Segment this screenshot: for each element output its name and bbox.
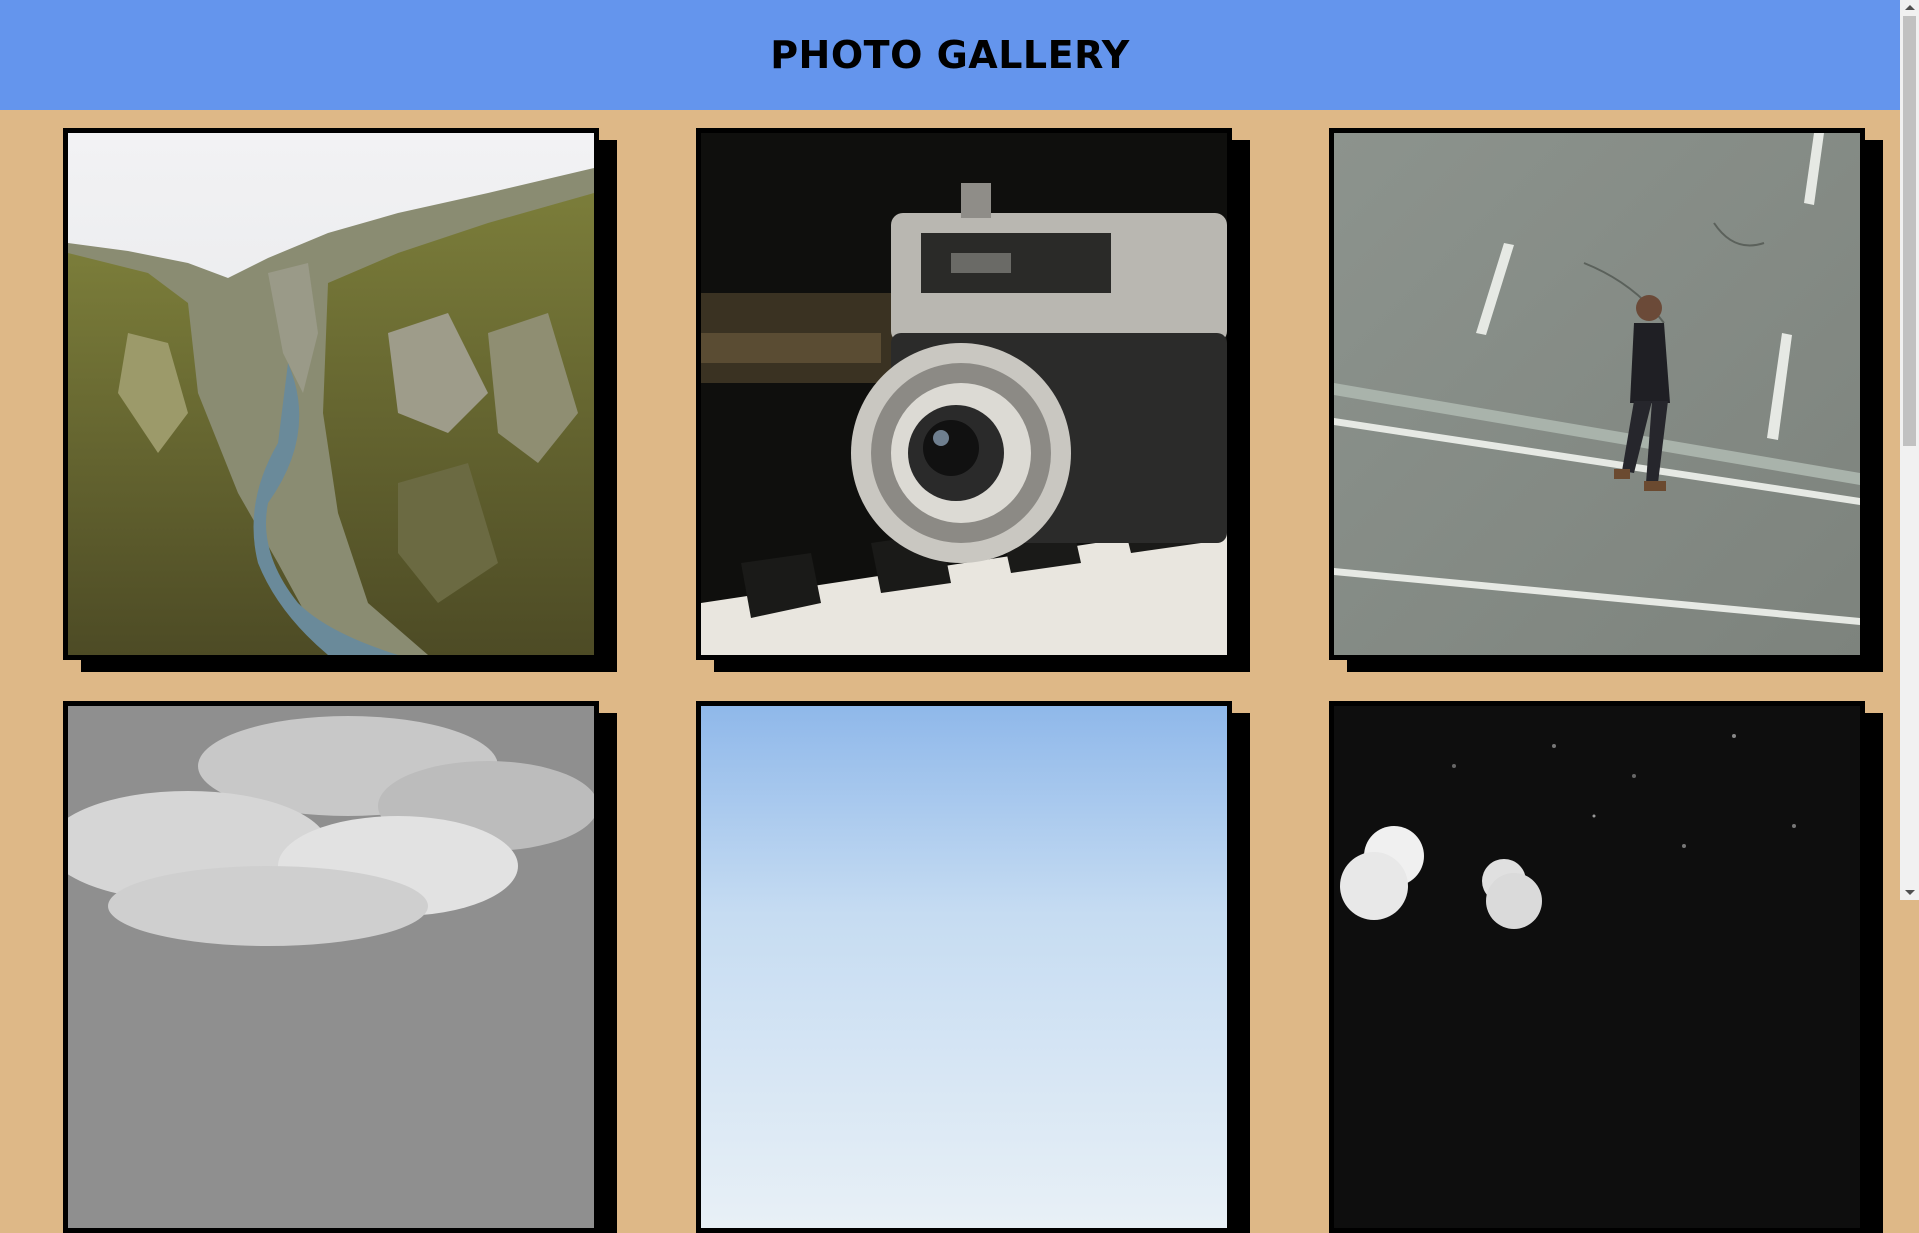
vertical-scrollbar[interactable] (1900, 0, 1919, 900)
gallery-photo-camera[interactable] (696, 128, 1232, 660)
gallery-header: PHOTO GALLERY (0, 0, 1900, 110)
dark-bokeh-photo (1334, 706, 1860, 1228)
scrollbar-thumb[interactable] (1903, 16, 1916, 446)
gallery-photo-sky[interactable] (696, 701, 1232, 1233)
page-title: PHOTO GALLERY (770, 33, 1130, 77)
gallery-photo-bokeh[interactable] (1329, 701, 1865, 1233)
gallery-photo-canyon[interactable] (63, 128, 599, 660)
gallery-photo-clouds[interactable] (63, 701, 599, 1233)
scroll-down-arrow-icon[interactable] (1905, 890, 1915, 895)
vintage-camera-photo (701, 133, 1227, 655)
man-walking-street-photo (1334, 133, 1860, 655)
clouds-monochrome-photo (68, 706, 594, 1228)
canyon-landscape-photo (68, 133, 594, 655)
scroll-up-arrow-icon[interactable] (1905, 5, 1915, 10)
blue-sky-photo (701, 706, 1227, 1228)
gallery-photo-street[interactable] (1329, 128, 1865, 660)
